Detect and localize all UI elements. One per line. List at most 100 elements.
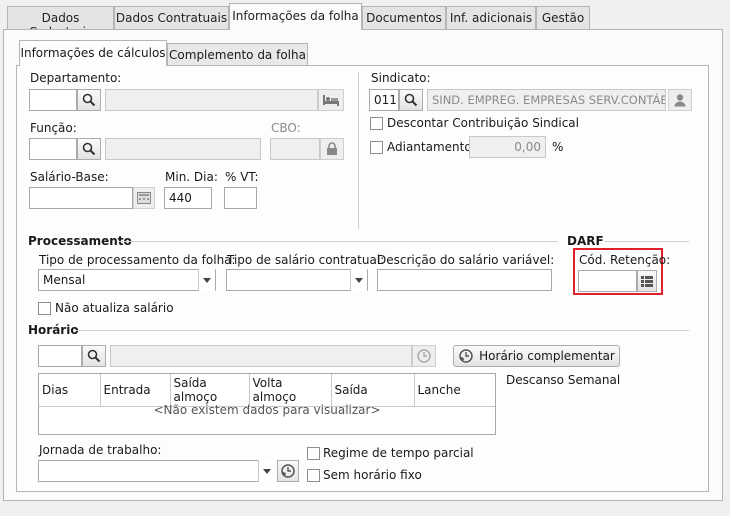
subtab-label: Complemento da folha (169, 48, 306, 62)
empty-table-message: <Não existem dados para visualizar> (153, 403, 381, 417)
sindicato-code-input[interactable]: 011 (369, 89, 399, 111)
salario-base-label: Salário-Base: (30, 170, 109, 184)
descanso-semanal-label: Descanso Semanal (506, 373, 621, 387)
tab-inf-adicionais[interactable]: Inf. adicionais (446, 6, 536, 29)
descricao-salario-label: Descrição do salário variável: (377, 253, 555, 267)
tipo-processamento-label: Tipo de processamento da folha: (39, 253, 236, 267)
tipo-processamento-select[interactable]: Mensal (38, 269, 216, 291)
tab-label: Inf. adicionais (449, 11, 533, 25)
cod-retencao-input[interactable] (578, 270, 637, 292)
sem-horario-fixo-label: Sem horário fixo (323, 468, 422, 482)
column-header-lanche[interactable]: Lanche (414, 374, 495, 407)
chevron-down-icon (355, 277, 363, 283)
jornada-select[interactable] (38, 460, 275, 482)
vt-label: % VT: (225, 170, 259, 184)
sindicato-label: Sindicato: (371, 71, 431, 85)
clock-add-icon (459, 349, 473, 363)
search-icon (82, 142, 96, 156)
horario-table[interactable]: Dias Entrada Saída almoço Volta almoço S… (38, 373, 496, 435)
lock-icon (327, 142, 337, 155)
vt-input[interactable] (224, 187, 257, 209)
sindicato-search-button[interactable] (399, 89, 423, 111)
funcao-name-field (105, 138, 261, 160)
processamento-line (118, 241, 558, 242)
horario-code-input[interactable] (38, 345, 82, 367)
section-divider (358, 72, 359, 229)
search-icon (87, 349, 101, 363)
list-icon (641, 275, 653, 287)
tab-label: Dados Contratuais (115, 11, 228, 25)
horario-complementar-label: Horário complementar (479, 349, 615, 363)
column-header-dias[interactable]: Dias (39, 374, 101, 407)
cod-retencao-label: Cód. Retenção: (579, 253, 671, 267)
search-icon (82, 93, 96, 107)
clock-add-icon (281, 464, 295, 478)
jornada-label: Jornada de trabalho: (39, 443, 162, 457)
jornada-dropdown-button[interactable] (258, 460, 275, 482)
cbo-field (270, 138, 320, 160)
tipo-salario-label: Tipo de salário contratual: (227, 253, 385, 267)
bed-icon (323, 95, 339, 106)
column-header-saida-almoco[interactable]: Saída almoço (170, 374, 250, 407)
tab-label: Gestão (541, 11, 585, 25)
clock-add-icon (417, 349, 431, 363)
tab-informacoes-folha[interactable]: Informações da folha (229, 3, 362, 30)
departamento-name-field (105, 89, 318, 111)
salario-base-input[interactable] (29, 187, 133, 209)
funcao-label: Função: (30, 121, 77, 135)
tipo-salario-dropdown-button[interactable] (350, 269, 367, 291)
funcao-search-button[interactable] (77, 138, 101, 160)
chevron-down-icon (203, 277, 211, 283)
tipo-salario-select[interactable] (226, 269, 368, 291)
jornada-add-button[interactable] (277, 460, 299, 482)
nao-atualiza-salario-label: Não atualiza salário (55, 301, 174, 315)
user-icon (674, 94, 686, 107)
sindicato-name-field: SIND. EMPREG. EMPRESAS SERV.CONTÁBEIS (427, 89, 666, 111)
tipo-processamento-value: Mensal (43, 273, 86, 287)
subtab-informacoes-calculos[interactable]: Informações de cálculos (19, 40, 167, 66)
cod-retencao-list-button[interactable] (637, 270, 657, 292)
regime-tempo-parcial-checkbox[interactable] (307, 447, 320, 460)
adiantamento-unit: % (552, 140, 564, 154)
horario-table-header: Dias Entrada Saída almoço Volta almoço S… (39, 374, 495, 407)
tab-documentos[interactable]: Documentos (362, 6, 446, 29)
tipo-processamento-dropdown-button[interactable] (198, 269, 215, 291)
tab-dados-cadastrais[interactable]: Dados Cadastrais (7, 6, 114, 39)
horario-search-button[interactable] (82, 345, 106, 367)
descontar-contribuicao-label: Descontar Contribuição Sindical (387, 116, 579, 130)
column-header-entrada[interactable]: Entrada (100, 374, 171, 407)
funcao-code-input[interactable] (29, 138, 77, 160)
salario-base-calculator-button[interactable] (133, 187, 155, 209)
horario-complementar-button[interactable]: Horário complementar (453, 345, 620, 367)
subtab-complemento-folha[interactable]: Complemento da folha (167, 43, 308, 65)
min-dia-input[interactable]: 440 (164, 187, 212, 209)
descricao-salario-input[interactable] (377, 269, 552, 291)
descontar-contribuicao-checkbox[interactable] (370, 117, 383, 130)
min-dia-label: Min. Dia: (165, 170, 218, 184)
tab-gestao[interactable]: Gestão (536, 6, 590, 29)
sem-horario-fixo-checkbox[interactable] (307, 469, 320, 482)
tab-label: Documentos (366, 11, 442, 25)
tab-label: Informações da folha (232, 9, 359, 23)
horario-add-button[interactable] (412, 345, 436, 367)
column-header-saida[interactable]: Saída (331, 374, 415, 407)
departamento-code-input[interactable] (29, 89, 77, 111)
chevron-down-icon (263, 468, 271, 474)
cbo-lock-button[interactable] (320, 138, 344, 160)
cbo-label: CBO: (271, 121, 301, 135)
column-header-volta-almoco[interactable]: Volta almoço (249, 374, 332, 407)
darf-line (604, 241, 689, 242)
horario-name-field (110, 345, 412, 367)
departamento-detail-button[interactable] (318, 89, 344, 111)
tab-dados-contratuais[interactable]: Dados Contratuais (114, 6, 229, 29)
search-icon (404, 93, 418, 107)
darf-title: DARF (567, 234, 604, 248)
processamento-title: Processamento (28, 234, 132, 248)
regime-tempo-parcial-label: Regime de tempo parcial (323, 446, 474, 460)
nao-atualiza-salario-checkbox[interactable] (38, 302, 51, 315)
horario-line (75, 330, 689, 331)
adiantamento-label: Adiantamento (387, 140, 472, 154)
sindicato-detail-button[interactable] (668, 89, 692, 111)
departamento-search-button[interactable] (77, 89, 101, 111)
adiantamento-checkbox[interactable] (370, 141, 383, 154)
